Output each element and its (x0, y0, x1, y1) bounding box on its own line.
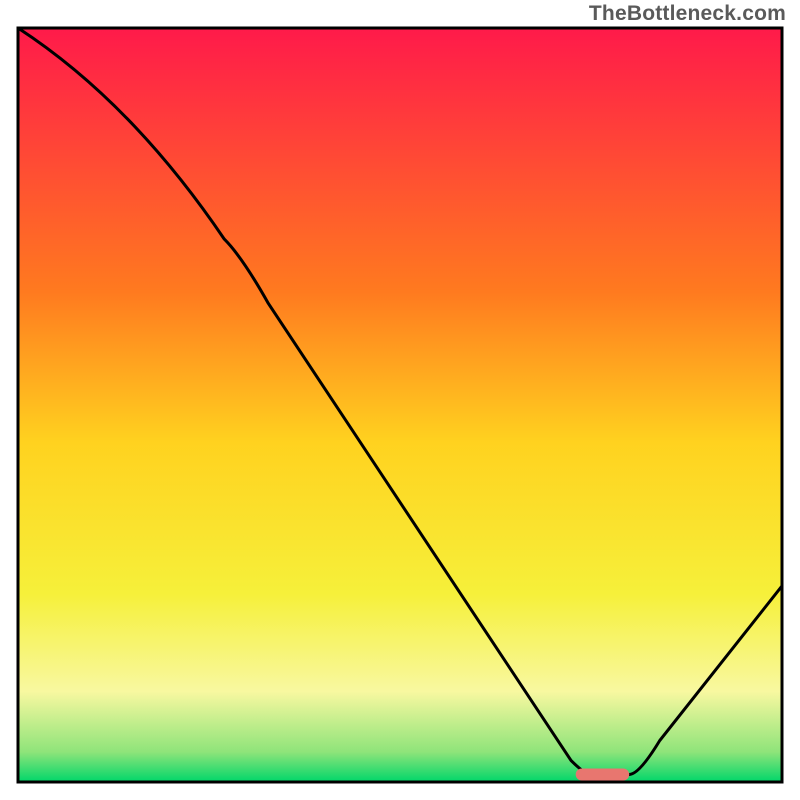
watermark-text: TheBottleneck.com (589, 2, 786, 26)
optimal-marker (576, 768, 629, 780)
chart-container: TheBottleneck.com (0, 0, 800, 800)
bottleneck-chart (0, 0, 800, 800)
gradient-background (18, 28, 782, 782)
